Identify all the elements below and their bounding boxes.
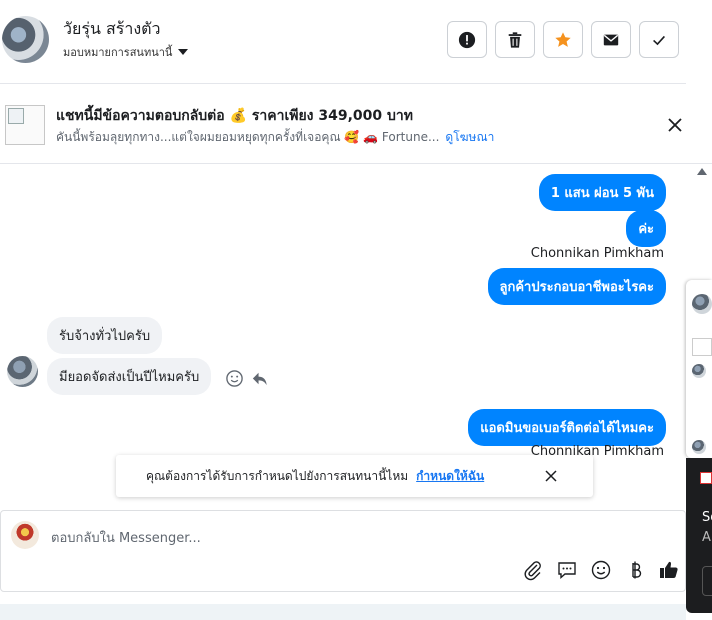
view-ad-link[interactable]: ดูโฆษณา	[445, 130, 494, 144]
ad-thumbnail[interactable]	[5, 105, 45, 145]
chat-bubble-icon[interactable]	[556, 559, 578, 581]
outgoing-message[interactable]: ลูกค้าประกอบอาชีพอะไรคะ	[487, 268, 666, 305]
outgoing-message[interactable]: 1 แสน ผ่อน 5 พัน	[538, 174, 666, 211]
composer-toolbar	[522, 559, 680, 581]
envelope-icon	[603, 34, 619, 45]
baht-icon[interactable]	[624, 559, 646, 581]
mark-unread-button[interactable]	[591, 21, 631, 58]
messenger-inbox-window: วัยรุ่น สร้างตัว มอบหมายการสนทนานี้ แชทน…	[0, 0, 712, 620]
emoji-icon[interactable]	[590, 559, 612, 581]
assign-toast: คุณต้องการได้รับการกำหนดไปยังการสนทนานี้…	[116, 455, 593, 497]
check-icon	[653, 35, 666, 45]
assign-to-me-link[interactable]: กำหนดให้ฉัน	[416, 467, 484, 486]
message-thread[interactable]: 1 แสน ผ่อน 5 พัน ค่ะ Chonnikan Pimkham ล…	[0, 165, 686, 505]
ad-subtitle: คันนี้พร้อมลุยทุกทาง...แต่ใจผมยอมหยุดทุก…	[56, 128, 494, 147]
popup-text-line: So	[702, 510, 712, 525]
close-icon[interactable]	[543, 468, 559, 484]
toast-text: คุณต้องการได้รับการกำหนดไปยังการสนทนานี้…	[146, 468, 409, 483]
trash-icon	[508, 31, 522, 48]
popup-text-line: A	[702, 530, 711, 545]
contact-avatar-small[interactable]	[7, 356, 38, 387]
reply-composer: ตอบกลับใน Messenger...	[0, 510, 686, 592]
chat-head-avatar[interactable]	[692, 440, 706, 454]
emoji-reaction-icon[interactable]	[225, 369, 244, 388]
bottom-strip	[0, 604, 686, 620]
ad-banner: แชทนี้มีข้อความตอบกลับต่อ 💰 ราคาเพียง 34…	[0, 84, 712, 164]
conversation-header: วัยรุ่น สร้างตัว มอบหมายการสนทนานี้	[0, 0, 686, 84]
message-actions	[225, 369, 269, 388]
side-chat-panel[interactable]	[686, 280, 712, 458]
chat-head-avatar[interactable]	[692, 294, 712, 314]
page-avatar	[11, 521, 39, 549]
app-icon	[700, 472, 712, 484]
delete-button[interactable]	[495, 21, 535, 58]
reply-icon[interactable]	[250, 369, 269, 388]
popup-button[interactable]	[702, 566, 712, 596]
star-icon	[555, 31, 571, 47]
caret-down-icon	[178, 49, 189, 55]
contact-avatar[interactable]	[2, 16, 49, 63]
incoming-message[interactable]: รับจ้างทั่วไปครับ	[47, 317, 163, 354]
assign-label: มอบหมายการสนทนานี้	[63, 46, 173, 59]
thumbs-up-icon[interactable]	[658, 559, 680, 581]
header-actions	[447, 21, 679, 58]
star-button[interactable]	[543, 21, 583, 58]
chat-head-avatar[interactable]	[692, 364, 706, 378]
outgoing-message[interactable]: แอดมินขอเบอร์ติดต่อได้ไหมคะ	[468, 409, 666, 446]
reply-input[interactable]: ตอบกลับใน Messenger...	[51, 527, 201, 548]
assign-dropdown[interactable]: มอบหมายการสนทนานี้	[63, 43, 189, 61]
scroll-up-arrow-icon[interactable]	[697, 168, 707, 175]
ad-title: แชทนี้มีข้อความตอบกลับต่อ 💰 ราคาเพียง 34…	[56, 108, 414, 124]
report-button[interactable]	[447, 21, 487, 58]
outgoing-message[interactable]: ค่ะ	[626, 210, 666, 247]
contact-name[interactable]: วัยรุ่น สร้างตัว	[63, 17, 161, 42]
mark-done-button[interactable]	[639, 21, 679, 58]
close-icon[interactable]	[664, 114, 686, 136]
paperclip-icon[interactable]	[522, 559, 544, 581]
report-icon	[458, 31, 476, 48]
sender-name: Chonnikan Pimkham	[530, 246, 664, 261]
ad-subtitle-text: คันนี้พร้อมลุยทุกทาง...แต่ใจผมยอมหยุดทุก…	[56, 130, 440, 144]
thumbnail-placeholder	[692, 338, 712, 356]
incoming-message[interactable]: มียอดจัดส่งเป็นปีไหมครับ	[47, 358, 212, 395]
dark-popup: So A	[686, 458, 712, 613]
